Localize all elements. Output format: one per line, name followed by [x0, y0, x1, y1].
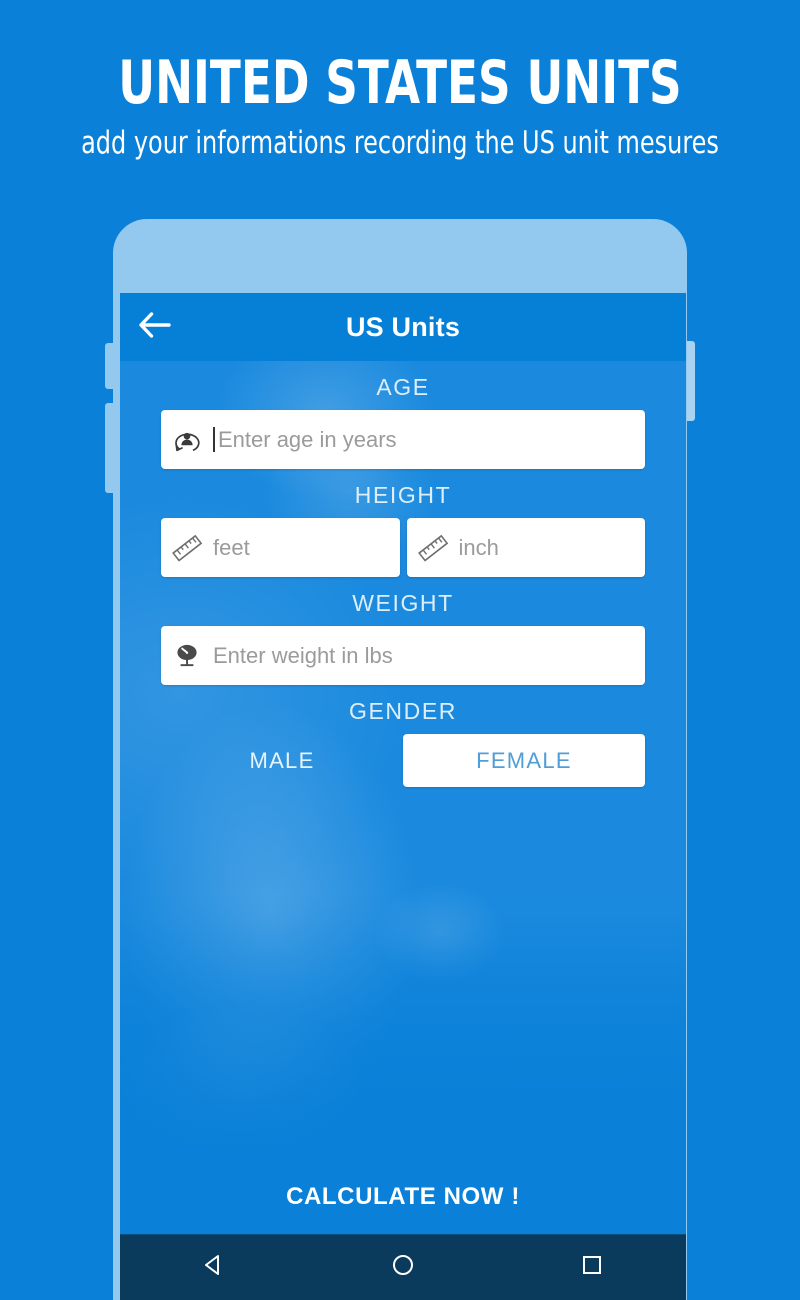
promo-subtitle: add your informations recording the US u…	[81, 125, 719, 161]
app-bar: US Units	[120, 293, 686, 361]
square-recents-icon	[579, 1252, 605, 1283]
background-photo-fade	[120, 893, 686, 1193]
height-field-row: feet inch	[120, 518, 686, 577]
height-feet-placeholder: feet	[213, 534, 250, 560]
ruler-icon	[161, 518, 213, 577]
nav-back-button[interactable]	[179, 1235, 249, 1300]
height-feet-input[interactable]: feet	[161, 518, 400, 577]
volume-down-button[interactable]	[105, 403, 114, 493]
volume-up-button[interactable]	[105, 343, 114, 389]
promo-header: UNITED STATES UNITS add your information…	[0, 0, 800, 200]
circle-home-icon	[390, 1252, 416, 1283]
promo-title: UNITED STATES UNITS	[118, 48, 682, 118]
arrow-left-icon	[138, 311, 172, 343]
android-navigation-bar	[120, 1234, 686, 1300]
gender-toggle: MALE FEMALE	[120, 734, 686, 787]
gender-option-female[interactable]: FEMALE	[403, 734, 645, 787]
weight-label: WEIGHT	[352, 590, 454, 616]
app-bar-title: US Units	[345, 311, 461, 342]
nav-home-button[interactable]	[368, 1235, 438, 1300]
scale-icon	[161, 626, 213, 685]
phone-mockup: US Units AGE Enter age in years HEIGHT f…	[105, 219, 695, 1300]
weight-field-row: Enter weight in lbs	[120, 626, 686, 685]
weight-input[interactable]: Enter weight in lbs	[161, 626, 645, 685]
age-label: AGE	[376, 374, 430, 400]
phone-screen: US Units AGE Enter age in years HEIGHT f…	[120, 293, 686, 1300]
gender-option-male[interactable]: MALE	[161, 734, 403, 787]
height-inch-input[interactable]: inch	[406, 518, 645, 577]
triangle-back-icon	[201, 1252, 227, 1283]
calculate-now-button[interactable]: CALCULATE NOW !	[120, 1169, 686, 1225]
height-label: HEIGHT	[354, 482, 452, 508]
age-field-row: Enter age in years	[120, 410, 686, 469]
back-button[interactable]	[120, 293, 190, 361]
power-button[interactable]	[687, 341, 695, 421]
age-placeholder: Enter age in years	[218, 426, 397, 452]
form-content: AGE Enter age in years HEIGHT feet inch …	[120, 361, 686, 787]
gender-label: GENDER	[348, 698, 457, 724]
ruler-icon	[407, 518, 459, 577]
weight-placeholder: Enter weight in lbs	[213, 642, 393, 668]
age-input[interactable]: Enter age in years	[161, 410, 645, 469]
nav-recents-button[interactable]	[557, 1235, 627, 1300]
text-cursor	[213, 427, 215, 452]
person-age-icon	[161, 410, 213, 469]
height-inch-placeholder: inch	[458, 534, 499, 560]
